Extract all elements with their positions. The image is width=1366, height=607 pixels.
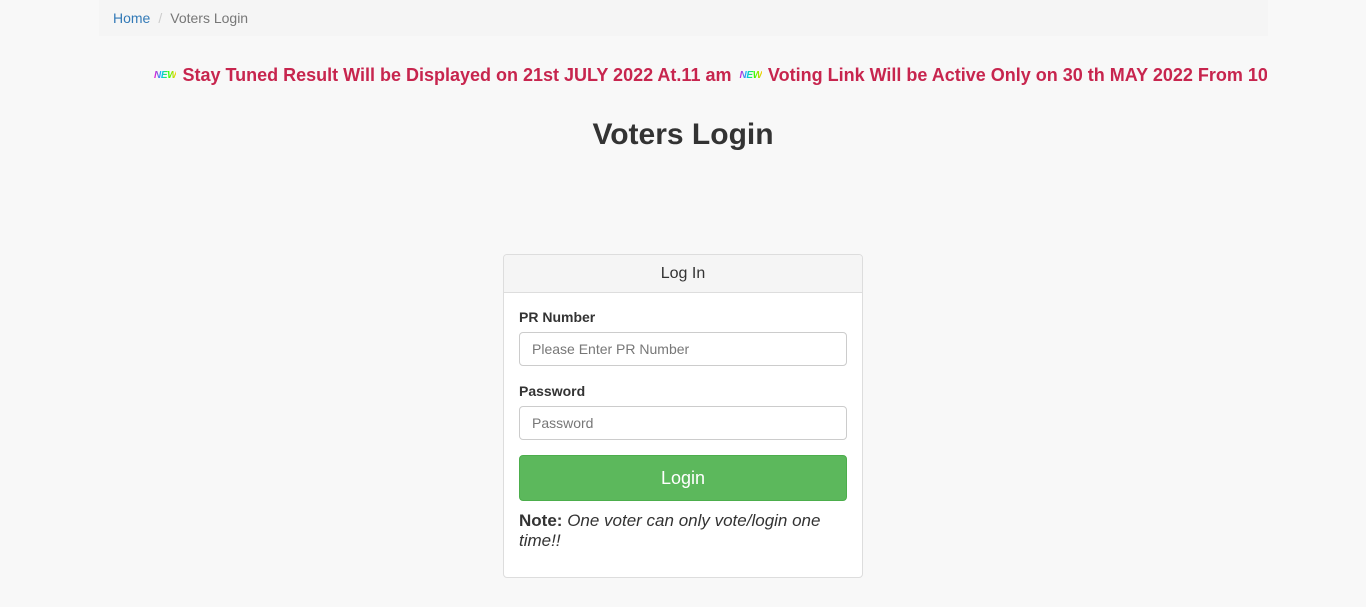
breadcrumb-separator: / — [158, 10, 163, 26]
login-note: Note: One voter can only vote/login one … — [519, 511, 847, 551]
password-label: Password — [519, 383, 586, 399]
note-text: One voter can only vote/login one time!! — [519, 511, 821, 550]
new-badge-icon: NEW — [154, 69, 177, 81]
page-title: Voters Login — [592, 118, 774, 151]
password-input[interactable] — [519, 406, 847, 440]
news-ticker: NEW Stay Tuned Result Will be Displayed … — [154, 60, 1267, 90]
ticker-item: NEW Stay Tuned Result Will be Displayed … — [154, 65, 731, 86]
ticker-text: Stay Tuned Result Will be Displayed on 2… — [182, 64, 732, 85]
new-badge-icon: NEW — [739, 69, 762, 81]
pr-number-input[interactable] — [519, 332, 847, 366]
pr-number-label: PR Number — [519, 309, 596, 325]
panel-heading: Log In — [504, 255, 862, 293]
note-label: Note: — [519, 511, 563, 530]
ticker-text: Voting Link Will be Active Only on 30 th… — [767, 64, 1267, 85]
breadcrumb-home-link[interactable]: Home — [113, 10, 150, 26]
login-button[interactable]: Login — [519, 455, 847, 501]
login-panel: Log In PR Number Password Login Note: On… — [503, 254, 863, 578]
breadcrumb: Home / Voters Login — [99, 0, 1268, 36]
panel-body: PR Number Password Login Note: One voter… — [504, 293, 862, 551]
breadcrumb-current: Voters Login — [170, 10, 249, 26]
ticker-item: NEW Voting Link Will be Active Only on 3… — [739, 65, 1267, 86]
